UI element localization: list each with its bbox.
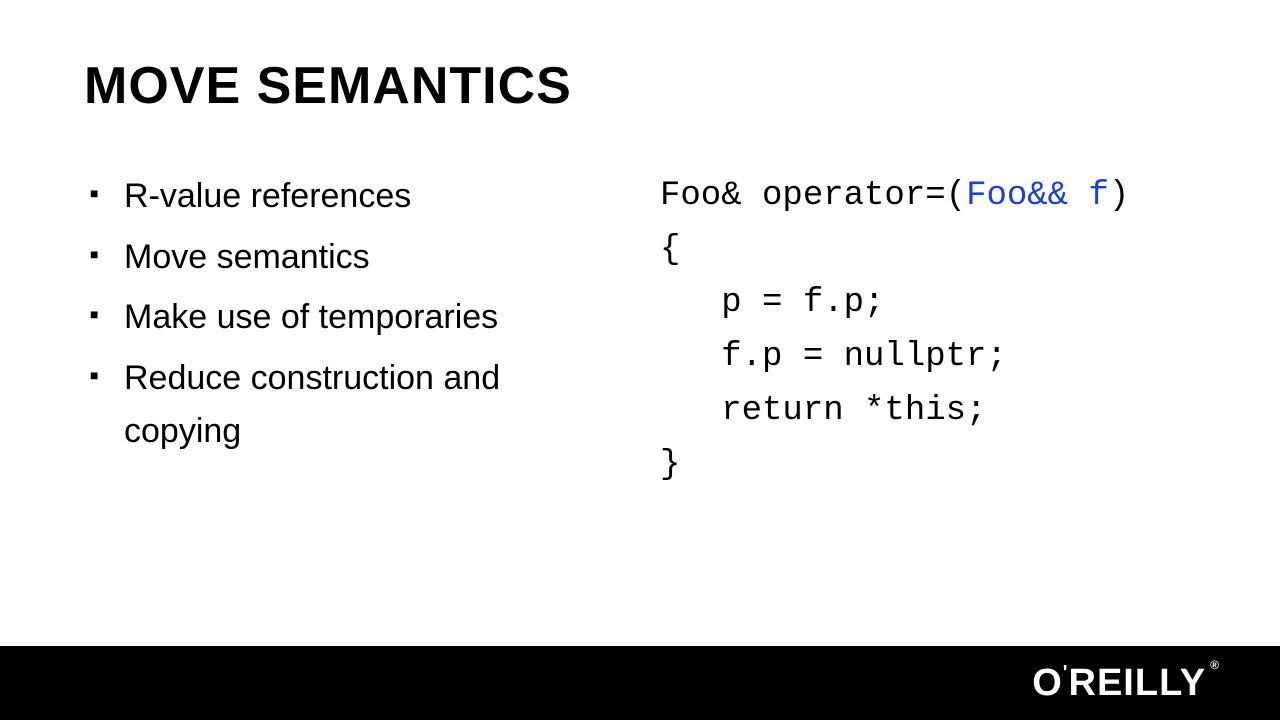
- brand-text: REILLY: [1069, 662, 1207, 705]
- code-text: }: [660, 446, 680, 484]
- slide-title: MOVE SEMANTICS: [84, 56, 572, 116]
- bullet-item: R-value references: [90, 170, 610, 223]
- slide: MOVE SEMANTICS R-value references Move s…: [0, 0, 1280, 720]
- bullet-item: Move semantics: [90, 231, 610, 284]
- code-text: f.p = nullptr;: [660, 338, 1007, 376]
- code-block: Foo& operator=(Foo&& f) { p = f.p; f.p =…: [660, 170, 1129, 492]
- brand-text: O: [1032, 662, 1063, 705]
- code-text: return *this;: [660, 392, 986, 430]
- bullet-item: Make use of temporaries: [90, 291, 610, 344]
- code-text: ): [1109, 177, 1129, 215]
- code-highlight: Foo&& f: [966, 177, 1109, 215]
- brand-logo: O'REILLY®: [1032, 662, 1220, 705]
- registered-mark-icon: ®: [1210, 658, 1220, 672]
- brand-apostrophe: ': [1063, 662, 1069, 685]
- code-text: Foo& operator=(: [660, 177, 966, 215]
- footer-bar: O'REILLY®: [0, 646, 1280, 720]
- code-text: p = f.p;: [660, 284, 884, 322]
- bullet-item: Reduce construction and copying: [90, 352, 610, 457]
- code-text: {: [660, 231, 680, 269]
- bullet-list: R-value references Move semantics Make u…: [90, 170, 610, 465]
